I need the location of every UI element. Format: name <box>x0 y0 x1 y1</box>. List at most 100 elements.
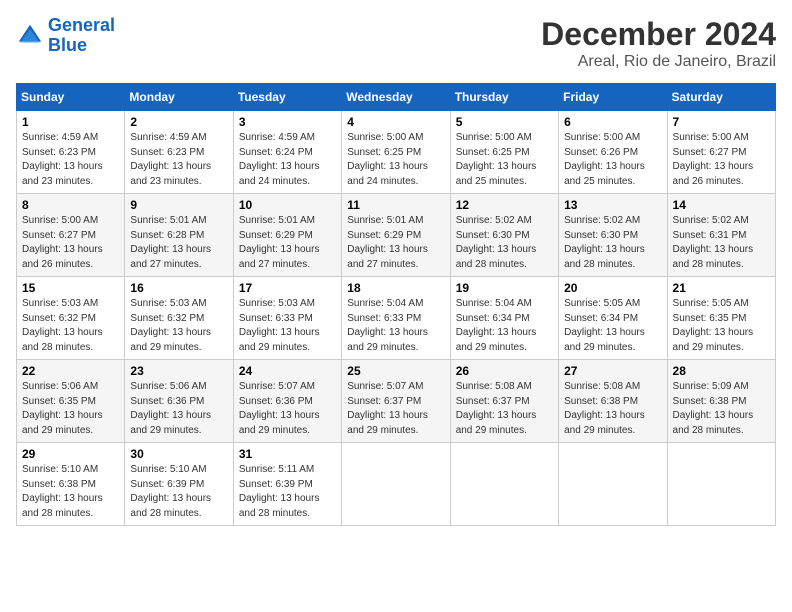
logo-text: General Blue <box>48 16 115 56</box>
day-info: Sunrise: 5:09 AM Sunset: 6:38 PM Dayligh… <box>673 380 770 438</box>
calendar-cell: 2Sunrise: 4:59 AM Sunset: 6:23 PM Daylig… <box>125 111 233 194</box>
calendar-cell: 4 Sunrise: 5:00 AM Sunset: 6:25 PM Daylig… <box>342 111 450 194</box>
day-number: 7 <box>673 115 770 129</box>
calendar-cell: 10 Sunrise: 5:01 AM Sunset: 6:29 PM Dayli… <box>233 194 341 277</box>
day-info: Sunrise: 5:08 AM Sunset: 6:38 PM Dayligh… <box>564 380 661 438</box>
calendar-cell: 7Sunrise: 5:00 AM Sunset: 6:27 PM Daylig… <box>667 111 775 194</box>
day-info: Sunrise: 5:03 AM Sunset: 6:32 PM Dayligh… <box>130 297 227 355</box>
day-number: 30 <box>130 447 227 461</box>
day-number: 27 <box>564 364 661 378</box>
title-block: December 2024 Areal, Rio de Janeiro, Bra… <box>541 16 776 71</box>
calendar-cell <box>559 443 667 526</box>
weekday-wednesday: Wednesday <box>342 84 450 111</box>
day-number: 13 <box>564 198 661 212</box>
weekday-header-row: SundayMondayTuesdayWednesdayThursdayFrid… <box>17 84 776 111</box>
day-number: 31 <box>239 447 336 461</box>
day-number: 19 <box>456 281 553 295</box>
day-number: 4 <box>347 115 444 129</box>
day-info: Sunrise: 5:05 AM Sunset: 6:35 PM Dayligh… <box>673 297 770 355</box>
calendar-cell: 6 Sunrise: 5:00 AM Sunset: 6:26 PM Daylig… <box>559 111 667 194</box>
weekday-saturday: Saturday <box>667 84 775 111</box>
calendar-cell: 21 Sunrise: 5:05 AM Sunset: 6:35 PM Dayli… <box>667 277 775 360</box>
day-info: Sunrise: 5:03 AM Sunset: 6:33 PM Dayligh… <box>239 297 336 355</box>
calendar-body: 1 Sunrise: 4:59 AM Sunset: 6:23 PM Daylig… <box>17 111 776 526</box>
calendar-cell: 8 Sunrise: 5:00 AM Sunset: 6:27 PM Daylig… <box>17 194 125 277</box>
day-number: 22 <box>22 364 119 378</box>
day-number: 26 <box>456 364 553 378</box>
day-number: 8 <box>22 198 119 212</box>
calendar-cell <box>667 443 775 526</box>
calendar-cell: 22 Sunrise: 5:06 AM Sunset: 6:35 PM Dayli… <box>17 360 125 443</box>
calendar-week-2: 8 Sunrise: 5:00 AM Sunset: 6:27 PM Daylig… <box>17 194 776 277</box>
day-info: Sunrise: 5:00 AM Sunset: 6:25 PM Dayligh… <box>456 131 553 189</box>
page-header: General Blue December 2024 Areal, Rio de… <box>16 16 776 71</box>
calendar-cell: 23 Sunrise: 5:06 AM Sunset: 6:36 PM Dayli… <box>125 360 233 443</box>
calendar-cell: 14Sunrise: 5:02 AM Sunset: 6:31 PM Dayli… <box>667 194 775 277</box>
calendar-cell: 29Sunrise: 5:10 AM Sunset: 6:38 PM Dayli… <box>17 443 125 526</box>
day-number: 10 <box>239 198 336 212</box>
weekday-sunday: Sunday <box>17 84 125 111</box>
day-info: Sunrise: 5:01 AM Sunset: 6:29 PM Dayligh… <box>239 214 336 272</box>
day-number: 23 <box>130 364 227 378</box>
calendar-week-3: 15 Sunrise: 5:03 AM Sunset: 6:32 PM Dayli… <box>17 277 776 360</box>
calendar-table: SundayMondayTuesdayWednesdayThursdayFrid… <box>16 83 776 526</box>
day-number: 6 <box>564 115 661 129</box>
day-info: Sunrise: 5:01 AM Sunset: 6:28 PM Dayligh… <box>130 214 227 272</box>
day-info: Sunrise: 5:06 AM Sunset: 6:35 PM Dayligh… <box>22 380 119 438</box>
day-number: 12 <box>456 198 553 212</box>
calendar-cell: 16 Sunrise: 5:03 AM Sunset: 6:32 PM Dayli… <box>125 277 233 360</box>
calendar-week-1: 1 Sunrise: 4:59 AM Sunset: 6:23 PM Daylig… <box>17 111 776 194</box>
weekday-friday: Friday <box>559 84 667 111</box>
day-info: Sunrise: 5:03 AM Sunset: 6:32 PM Dayligh… <box>22 297 119 355</box>
day-info: Sunrise: 5:06 AM Sunset: 6:36 PM Dayligh… <box>130 380 227 438</box>
day-number: 18 <box>347 281 444 295</box>
calendar-cell: 13 Sunrise: 5:02 AM Sunset: 6:30 PM Dayli… <box>559 194 667 277</box>
day-info: Sunrise: 5:00 AM Sunset: 6:25 PM Dayligh… <box>347 131 444 189</box>
day-info: Sunrise: 5:02 AM Sunset: 6:30 PM Dayligh… <box>564 214 661 272</box>
day-info: Sunrise: 5:00 AM Sunset: 6:26 PM Dayligh… <box>564 131 661 189</box>
calendar-cell: 5 Sunrise: 5:00 AM Sunset: 6:25 PM Daylig… <box>450 111 558 194</box>
day-info: Sunrise: 5:07 AM Sunset: 6:37 PM Dayligh… <box>347 380 444 438</box>
page-subtitle: Areal, Rio de Janeiro, Brazil <box>541 53 776 71</box>
day-info: Sunrise: 4:59 AM Sunset: 6:23 PM Dayligh… <box>22 131 119 189</box>
day-info: Sunrise: 5:01 AM Sunset: 6:29 PM Dayligh… <box>347 214 444 272</box>
day-info: Sunrise: 5:11 AM Sunset: 6:39 PM Dayligh… <box>239 463 336 521</box>
calendar-cell: 31 Sunrise: 5:11 AM Sunset: 6:39 PM Dayli… <box>233 443 341 526</box>
day-number: 1 <box>22 115 119 129</box>
calendar-cell: 3Sunrise: 4:59 AM Sunset: 6:24 PM Daylig… <box>233 111 341 194</box>
day-number: 9 <box>130 198 227 212</box>
day-info: Sunrise: 5:00 AM Sunset: 6:27 PM Dayligh… <box>22 214 119 272</box>
day-number: 24 <box>239 364 336 378</box>
calendar-cell: 9 Sunrise: 5:01 AM Sunset: 6:28 PM Daylig… <box>125 194 233 277</box>
calendar-cell <box>450 443 558 526</box>
day-number: 25 <box>347 364 444 378</box>
day-number: 2 <box>130 115 227 129</box>
day-info: Sunrise: 5:10 AM Sunset: 6:38 PM Dayligh… <box>22 463 119 521</box>
day-number: 21 <box>673 281 770 295</box>
day-info: Sunrise: 5:07 AM Sunset: 6:36 PM Dayligh… <box>239 380 336 438</box>
calendar-week-5: 29Sunrise: 5:10 AM Sunset: 6:38 PM Dayli… <box>17 443 776 526</box>
day-info: Sunrise: 5:04 AM Sunset: 6:33 PM Dayligh… <box>347 297 444 355</box>
calendar-header: SundayMondayTuesdayWednesdayThursdayFrid… <box>17 84 776 111</box>
day-number: 5 <box>456 115 553 129</box>
calendar-cell: 26Sunrise: 5:08 AM Sunset: 6:37 PM Dayli… <box>450 360 558 443</box>
calendar-cell: 20Sunrise: 5:05 AM Sunset: 6:34 PM Dayli… <box>559 277 667 360</box>
calendar-cell: 19 Sunrise: 5:04 AM Sunset: 6:34 PM Dayli… <box>450 277 558 360</box>
calendar-cell <box>342 443 450 526</box>
calendar-cell: 1 Sunrise: 4:59 AM Sunset: 6:23 PM Daylig… <box>17 111 125 194</box>
day-info: Sunrise: 5:02 AM Sunset: 6:31 PM Dayligh… <box>673 214 770 272</box>
calendar-cell: 12 Sunrise: 5:02 AM Sunset: 6:30 PM Dayli… <box>450 194 558 277</box>
day-number: 11 <box>347 198 444 212</box>
day-info: Sunrise: 5:04 AM Sunset: 6:34 PM Dayligh… <box>456 297 553 355</box>
day-info: Sunrise: 5:02 AM Sunset: 6:30 PM Dayligh… <box>456 214 553 272</box>
page-title: December 2024 <box>541 16 776 53</box>
calendar-cell: 17Sunrise: 5:03 AM Sunset: 6:33 PM Dayli… <box>233 277 341 360</box>
calendar-cell: 27 Sunrise: 5:08 AM Sunset: 6:38 PM Dayli… <box>559 360 667 443</box>
calendar-cell: 18 Sunrise: 5:04 AM Sunset: 6:33 PM Dayli… <box>342 277 450 360</box>
day-number: 3 <box>239 115 336 129</box>
day-number: 15 <box>22 281 119 295</box>
calendar-cell: 24 Sunrise: 5:07 AM Sunset: 6:36 PM Dayli… <box>233 360 341 443</box>
calendar-cell: 15 Sunrise: 5:03 AM Sunset: 6:32 PM Dayli… <box>17 277 125 360</box>
day-number: 16 <box>130 281 227 295</box>
calendar-cell: 25 Sunrise: 5:07 AM Sunset: 6:37 PM Dayli… <box>342 360 450 443</box>
